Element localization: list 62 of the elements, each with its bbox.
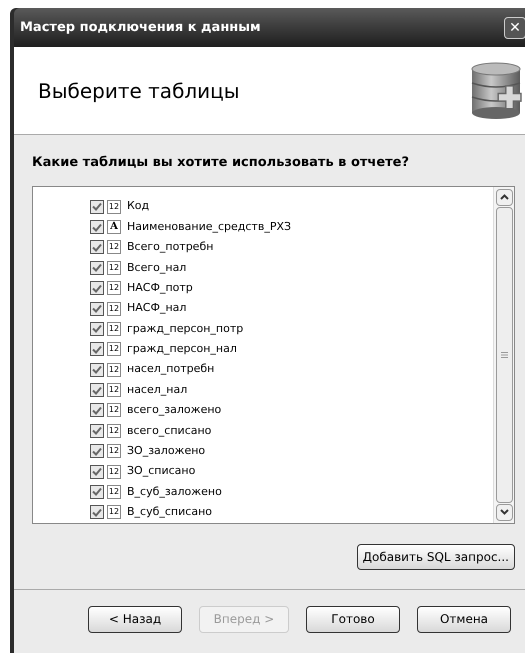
checkbox[interactable] <box>90 322 104 336</box>
field-label[interactable]: насел_потребн <box>127 361 214 378</box>
field-label[interactable]: Код <box>127 198 150 215</box>
wizard-button[interactable]: Отмена <box>417 606 511 632</box>
type-badge: 12 <box>107 281 121 296</box>
checkbox[interactable] <box>90 362 104 377</box>
type-badge: 12 <box>107 505 121 520</box>
type-badge: 12 <box>107 464 121 479</box>
field-label[interactable]: ЗО_списано <box>127 463 196 480</box>
field-label[interactable]: насел_нал <box>127 382 188 398</box>
window-title: Мастер подключения к данным <box>20 18 261 37</box>
field-label[interactable]: всего_заложено <box>127 402 222 419</box>
checkbox[interactable] <box>90 302 104 316</box>
checkbox[interactable] <box>90 383 104 398</box>
field-label[interactable]: Всего_потребн <box>127 239 214 256</box>
scroll-down-button[interactable] <box>496 504 512 520</box>
field-label[interactable]: Наименование_средств_РХЗ <box>127 218 292 236</box>
field-label[interactable]: Всего_нал <box>127 260 186 276</box>
grip-icon <box>500 352 508 358</box>
question-text: Какие таблицы вы хотите использовать в отчете? <box>32 154 410 172</box>
checkbox[interactable] <box>90 444 104 458</box>
checkbox[interactable] <box>90 342 104 356</box>
checkbox[interactable] <box>90 281 104 296</box>
checkbox[interactable] <box>90 424 104 438</box>
field-label[interactable]: всего_списано <box>127 422 212 440</box>
checkbox[interactable] <box>90 260 104 275</box>
checkbox[interactable] <box>90 220 104 234</box>
field-label[interactable]: НАСФ_потр <box>127 280 193 296</box>
checkbox[interactable] <box>90 200 104 214</box>
type-badge: A <box>107 220 121 234</box>
field-label[interactable]: ЗО_заложено <box>127 442 206 460</box>
field-label[interactable]: В_суб_заложено <box>127 484 222 500</box>
chevron-down-icon <box>500 509 508 515</box>
scroll-up-button[interactable] <box>496 188 512 206</box>
checkbox[interactable] <box>90 464 104 479</box>
checkbox[interactable] <box>90 484 104 499</box>
page-heading: Выберите таблицы <box>38 78 240 104</box>
checkbox[interactable] <box>90 240 104 254</box>
field-label[interactable]: В_суб_списано <box>127 504 212 521</box>
add-sql-button[interactable]: Добавить SQL запрос... <box>356 544 515 570</box>
type-badge: 12 <box>107 302 121 316</box>
type-badge: 12 <box>107 444 121 458</box>
type-badge: 12 <box>107 403 121 418</box>
type-badge: 12 <box>107 260 121 275</box>
checkbox[interactable] <box>90 403 104 418</box>
type-badge: 12 <box>107 342 121 356</box>
scrollbar[interactable] <box>493 186 514 522</box>
type-badge: 12 <box>107 362 121 377</box>
field-label[interactable]: НАСФ_нал <box>127 300 186 317</box>
type-badge: 12 <box>107 240 121 254</box>
field-label[interactable]: гражд_персон_потр <box>127 320 244 338</box>
chevron-up-icon <box>500 194 508 200</box>
type-badge: 12 <box>107 424 121 438</box>
close-button[interactable]: ✕ <box>504 16 525 38</box>
checkbox[interactable] <box>90 505 104 520</box>
type-badge: 12 <box>107 383 121 398</box>
wizard-button[interactable]: < Назад <box>88 606 182 632</box>
wizard-button[interactable]: Готово <box>306 606 400 632</box>
type-badge: 12 <box>107 200 121 214</box>
type-badge: 12 <box>107 484 121 499</box>
field-label[interactable]: гражд_персон_нал <box>127 341 237 358</box>
type-badge: 12 <box>107 322 121 336</box>
